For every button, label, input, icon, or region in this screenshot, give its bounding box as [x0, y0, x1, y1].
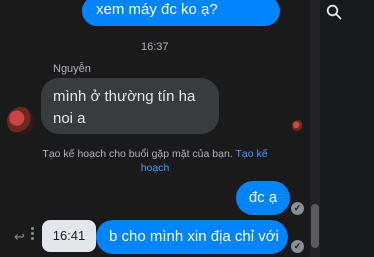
- scrollbar-thumb[interactable]: [311, 204, 319, 248]
- message-incoming[interactable]: mình ở thường tín ha noi a: [41, 78, 219, 134]
- sender-avatar[interactable]: [7, 107, 35, 135]
- reply-icon[interactable]: ↩: [14, 229, 25, 245]
- message-outgoing-1[interactable]: đc ạ: [236, 181, 290, 215]
- plan-notice: Tạo kế hoạch cho buổi gặp mặt của bạn. T…: [30, 147, 280, 175]
- chat-thread: xem máy đc ko ạ? 16:37 Nguyễn mình ở thư…: [0, 0, 312, 257]
- message-text: xem máy đc ko ạ?: [96, 1, 218, 18]
- timestamp: 16:37: [141, 41, 169, 53]
- message-text: mình ở thường tín ha noi a: [53, 88, 196, 127]
- message-text: b cho mình xin địa chỉ với: [109, 228, 279, 245]
- chat-scrollbar[interactable]: [310, 0, 320, 257]
- sender-name: Nguyễn: [53, 63, 91, 75]
- seen-avatar: [292, 120, 304, 132]
- right-panel: [320, 0, 374, 257]
- message-outgoing-2[interactable]: b cho mình xin địa chỉ với: [96, 220, 288, 254]
- time-tooltip: 16:41: [42, 220, 96, 252]
- more-options-icon[interactable]: [29, 225, 35, 243]
- sent-check-icon: ✓: [291, 240, 304, 253]
- search-icon[interactable]: [326, 4, 342, 20]
- message-text: đc ạ: [248, 189, 278, 206]
- sent-check-icon: ✓: [291, 202, 304, 215]
- plan-notice-text: Tạo kế hoạch cho buổi gặp mặt của bạn.: [42, 148, 233, 160]
- message-outgoing-top[interactable]: xem máy đc ko ạ?: [82, 0, 280, 26]
